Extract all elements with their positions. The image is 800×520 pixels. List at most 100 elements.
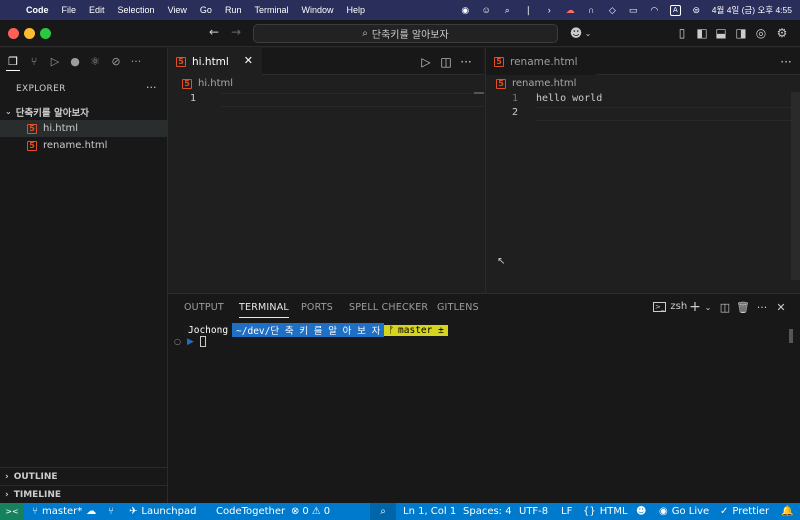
- prettier-label: Prettier: [732, 506, 770, 517]
- file-row-rename-html[interactable]: 5 rename.html: [0, 137, 167, 154]
- live-share-icon[interactable]: ⊘: [109, 54, 123, 68]
- trash-icon[interactable]: 🗑: [736, 300, 750, 314]
- explorer-sidebar: ❐ ⑂ ▷ ● ⚛ ⊘ ··· EXPLORER ··· ⌄ 단축키를 알아보자…: [0, 48, 168, 503]
- code-line[interactable]: 1 hello world: [504, 93, 602, 104]
- cloud-icon[interactable]: ☁: [565, 5, 576, 16]
- chevron-down-icon[interactable]: ⌄: [701, 300, 715, 314]
- split-terminal-icon[interactable]: ◫: [718, 300, 732, 314]
- headphones-icon[interactable]: ∩: [586, 5, 597, 16]
- nav-back-button[interactable]: ←: [209, 25, 219, 39]
- launchpad-status[interactable]: ✈ Launchpad: [129, 503, 196, 520]
- menu-selection[interactable]: Selection: [118, 5, 155, 15]
- timeline-label: TIMELINE: [13, 489, 62, 500]
- warning-icon: ⚠: [311, 506, 321, 517]
- breadcrumb-file[interactable]: rename.html: [512, 78, 576, 89]
- control-center-icon[interactable]: ⊜: [691, 5, 702, 16]
- app-menu[interactable]: Code: [26, 5, 49, 15]
- settings-gear-icon[interactable]: ⚙: [774, 25, 790, 41]
- explorer-more-actions-icon[interactable]: ···: [146, 81, 157, 94]
- more-actions-icon[interactable]: ···: [755, 300, 769, 314]
- source-control-icon[interactable]: ⑂: [27, 54, 41, 68]
- bar-icon[interactable]: ❘: [523, 5, 534, 16]
- timeline-section-header[interactable]: › TIMELINE: [0, 486, 167, 503]
- maximize-window-button[interactable]: [40, 28, 51, 39]
- close-tab-icon[interactable]: ✕: [244, 54, 253, 67]
- zoom-status-button[interactable]: ⌕: [370, 503, 396, 520]
- more-actions-icon[interactable]: ···: [458, 54, 474, 70]
- toggle-panel-icon[interactable]: ⬓: [713, 25, 729, 41]
- panel-tab-gitlens[interactable]: GITLENS: [437, 302, 479, 313]
- minimize-window-button[interactable]: [24, 28, 35, 39]
- panel-tab-terminal[interactable]: TERMINAL: [239, 302, 289, 318]
- minimap-slider[interactable]: [474, 92, 484, 94]
- tab-rename-html[interactable]: 5 rename.html: [486, 48, 596, 75]
- new-terminal-plus-icon[interactable]: +: [688, 299, 702, 315]
- menu-run[interactable]: Run: [225, 5, 242, 15]
- close-window-button[interactable]: [8, 28, 19, 39]
- command-center-search[interactable]: ⌕ 단축키를 알아보자: [253, 24, 558, 43]
- more-actions-icon[interactable]: ···: [778, 54, 794, 70]
- terminal-shell-selector[interactable]: >_ zsh: [653, 301, 687, 312]
- tab-hi-html[interactable]: 5 hi.html ✕: [168, 48, 262, 75]
- menu-file[interactable]: File: [62, 5, 77, 15]
- menubar-clock[interactable]: 4월 4일 (금) 오후 4:55: [712, 4, 792, 16]
- layers-icon[interactable]: ◇: [607, 5, 618, 16]
- line-number: 2: [511, 107, 518, 118]
- code-line[interactable]: 2: [504, 107, 536, 118]
- eol-status[interactable]: LF: [561, 503, 572, 520]
- toggle-primary-sidebar-icon[interactable]: ◧: [694, 25, 710, 41]
- file-row-hi-html[interactable]: 5 hi.html: [0, 120, 167, 137]
- nav-forward-button[interactable]: →: [231, 25, 241, 39]
- panel-tab-spell-checker[interactable]: SPELL CHECKER: [349, 302, 428, 313]
- explorer-files-icon[interactable]: ❐: [6, 54, 20, 68]
- problems-status[interactable]: ⊗ 0 ⚠ 0: [291, 503, 330, 520]
- menu-terminal[interactable]: Terminal: [254, 5, 288, 15]
- prettier-status[interactable]: ✓ Prettier: [720, 503, 769, 520]
- code-line[interactable]: 1: [182, 93, 196, 104]
- menu-go[interactable]: Go: [200, 5, 212, 15]
- terminal-scrollbar[interactable]: [789, 329, 793, 343]
- notifications-bell-icon[interactable]: 🔔: [781, 503, 793, 520]
- cursor-position-status[interactable]: Ln 1, Col 1: [403, 503, 456, 520]
- input-source-icon[interactable]: A: [669, 4, 681, 16]
- chevron-right-icon[interactable]: ›: [544, 5, 555, 16]
- git-branch-status[interactable]: ⑂ master* ☁: [32, 503, 96, 520]
- codetogether-status[interactable]: CodeTogether: [216, 503, 285, 520]
- record-icon[interactable]: ◉: [460, 5, 471, 16]
- copilot-status-icon[interactable]: ☻: [636, 503, 646, 520]
- menu-window[interactable]: Window: [301, 5, 333, 15]
- split-editor-icon[interactable]: ◫: [438, 54, 454, 70]
- customize-layout-icon[interactable]: ▯: [674, 25, 690, 41]
- sync-cloud-icon: ☁: [86, 506, 97, 517]
- remote-indicator-button[interactable]: ><: [0, 503, 24, 520]
- run-icon[interactable]: ▷: [418, 54, 434, 70]
- chevron-down-icon[interactable]: ⌄: [580, 25, 596, 41]
- toggle-secondary-sidebar-icon[interactable]: ◨: [733, 25, 749, 41]
- language-mode-status[interactable]: {} HTML: [583, 503, 628, 520]
- terminal-icon: >_: [653, 301, 667, 312]
- encoding-status[interactable]: UTF-8: [519, 503, 548, 520]
- indentation-status[interactable]: Spaces: 4: [463, 503, 512, 520]
- spotlight-search-icon[interactable]: ⌕: [502, 5, 513, 16]
- breadcrumb-file[interactable]: hi.html: [198, 78, 233, 89]
- wifi-icon[interactable]: ◠: [649, 5, 660, 16]
- more-views-icon[interactable]: ···: [129, 54, 143, 68]
- terminal-input-line[interactable]: ○ ▶: [174, 336, 206, 347]
- menu-edit[interactable]: Edit: [89, 5, 105, 15]
- outline-section-header[interactable]: › OUTLINE: [0, 468, 167, 485]
- person-icon[interactable]: ☺: [481, 5, 492, 16]
- folder-row[interactable]: ⌄ 단축키를 알아보자: [0, 103, 167, 120]
- account-icon[interactable]: ◎: [753, 25, 769, 41]
- run-debug-icon[interactable]: ▷: [48, 54, 62, 68]
- vertical-scrollbar[interactable]: [791, 92, 800, 280]
- gitlens-graph-icon[interactable]: ⑂: [108, 503, 114, 520]
- panel-tab-ports[interactable]: PORTS: [301, 302, 333, 313]
- battery-icon[interactable]: ▭: [628, 5, 639, 16]
- panel-tab-output[interactable]: OUTPUT: [184, 302, 224, 313]
- react-atom-icon[interactable]: ⚛: [88, 54, 102, 68]
- menu-view[interactable]: View: [168, 5, 187, 15]
- go-live-status[interactable]: ◉ Go Live: [659, 503, 709, 520]
- github-icon[interactable]: ●: [68, 54, 82, 68]
- close-panel-icon[interactable]: ✕: [774, 300, 788, 314]
- menu-help[interactable]: Help: [346, 5, 365, 15]
